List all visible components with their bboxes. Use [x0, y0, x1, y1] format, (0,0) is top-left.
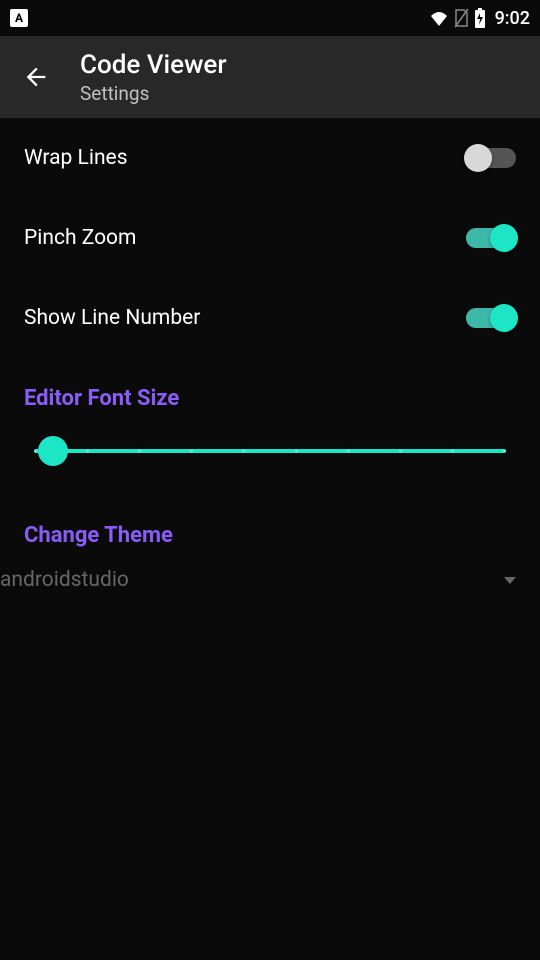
status-bar: A 9:02 [0, 0, 540, 36]
toggle-knob-icon [464, 144, 492, 172]
battery-icon [473, 7, 487, 29]
arrow-back-icon [22, 63, 50, 91]
section-header-theme: Change Theme [0, 495, 540, 548]
back-button[interactable] [16, 57, 56, 97]
toggle-knob-icon [490, 224, 518, 252]
slider-thumb[interactable] [38, 436, 68, 466]
chevron-down-icon [504, 577, 516, 584]
toggle-wrap-lines[interactable] [466, 148, 516, 168]
setting-label: Pinch Zoom [24, 226, 136, 250]
slider-tick-icon [503, 450, 506, 453]
slider-tick-icon [451, 450, 454, 453]
slider-tick-icon [34, 450, 37, 453]
setting-pinch-zoom[interactable]: Pinch Zoom [0, 198, 540, 278]
dropdown-value: androidstudio [0, 568, 129, 592]
slider-tick-icon [138, 450, 141, 453]
toggle-show-line-number[interactable] [466, 308, 516, 328]
slider-track[interactable] [34, 449, 506, 453]
font-size-slider-container [0, 411, 540, 495]
app-title-sub: Settings [80, 82, 227, 105]
theme-dropdown[interactable]: androidstudio [0, 548, 540, 612]
app-title: Code Viewer Settings [80, 50, 227, 105]
slider-tick-icon [242, 450, 245, 453]
clock: 9:02 [495, 8, 530, 29]
wifi-icon [429, 10, 449, 26]
toggle-knob-icon [490, 304, 518, 332]
slider-tick-icon [190, 450, 193, 453]
status-right: 9:02 [429, 7, 530, 29]
setting-label: Wrap Lines [24, 146, 128, 170]
slider-tick-icon [399, 450, 402, 453]
setting-show-line-number[interactable]: Show Line Number [0, 278, 540, 358]
setting-wrap-lines[interactable]: Wrap Lines [0, 118, 540, 198]
slider-ticks [34, 450, 506, 453]
setting-label: Show Line Number [24, 306, 200, 330]
section-header-font-size: Editor Font Size [0, 358, 540, 411]
slider-tick-icon [295, 450, 298, 453]
status-left: A [10, 9, 28, 27]
content: Wrap Lines Pinch Zoom Show Line Number E… [0, 118, 540, 612]
slider-tick-icon [347, 450, 350, 453]
slider-tick-icon [86, 450, 89, 453]
app-bar: Code Viewer Settings [0, 36, 540, 118]
app-title-main: Code Viewer [80, 50, 227, 80]
toggle-pinch-zoom[interactable] [466, 228, 516, 248]
a-badge-icon: A [10, 9, 28, 27]
sim-icon [453, 8, 469, 28]
